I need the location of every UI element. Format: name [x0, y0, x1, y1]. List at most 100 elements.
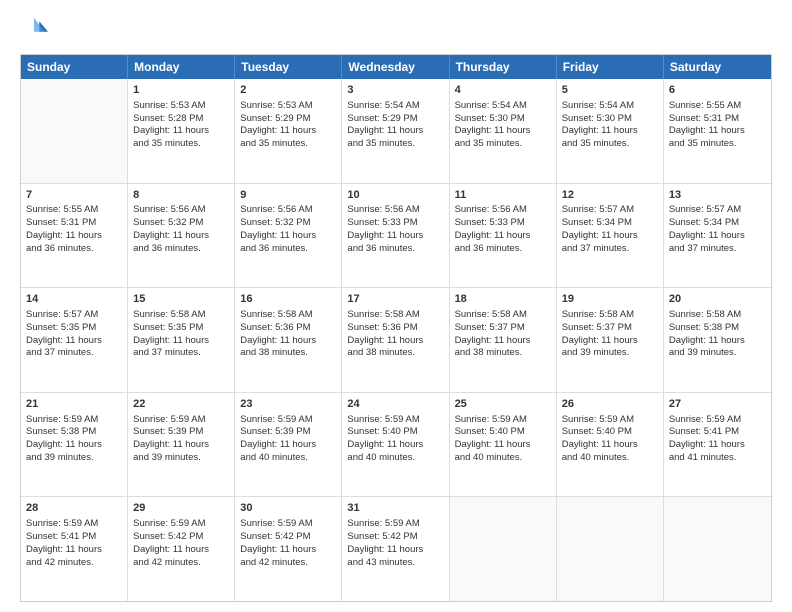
day-info-line: Daylight: 11 hours — [133, 335, 229, 348]
calendar-header-cell: Wednesday — [342, 55, 449, 79]
day-info-line: and 42 minutes. — [133, 557, 229, 570]
day-number: 17 — [347, 292, 443, 307]
day-info-line: and 37 minutes. — [133, 347, 229, 360]
calendar-header-cell: Sunday — [21, 55, 128, 79]
day-info-line: Sunrise: 5:55 AM — [669, 100, 766, 113]
day-number: 29 — [133, 501, 229, 516]
day-info-line: Sunrise: 5:56 AM — [347, 204, 443, 217]
calendar-cell: 5Sunrise: 5:54 AMSunset: 5:30 PMDaylight… — [557, 79, 664, 183]
calendar-cell — [557, 497, 664, 601]
calendar-cell: 1Sunrise: 5:53 AMSunset: 5:28 PMDaylight… — [128, 79, 235, 183]
day-info-line: Sunrise: 5:58 AM — [455, 309, 551, 322]
day-info-line: Sunrise: 5:56 AM — [133, 204, 229, 217]
day-info-line: Sunset: 5:33 PM — [455, 217, 551, 230]
day-info-line: and 36 minutes. — [26, 243, 122, 256]
calendar-week: 14Sunrise: 5:57 AMSunset: 5:35 PMDayligh… — [21, 288, 771, 393]
day-number: 1 — [133, 83, 229, 98]
day-info-line: Daylight: 11 hours — [26, 439, 122, 452]
day-info-line: Sunset: 5:33 PM — [347, 217, 443, 230]
day-info-line: and 38 minutes. — [240, 347, 336, 360]
day-info-line: and 39 minutes. — [562, 347, 658, 360]
calendar-cell: 27Sunrise: 5:59 AMSunset: 5:41 PMDayligh… — [664, 393, 771, 497]
calendar-cell: 20Sunrise: 5:58 AMSunset: 5:38 PMDayligh… — [664, 288, 771, 392]
day-info-line: Sunset: 5:30 PM — [455, 113, 551, 126]
calendar-cell: 25Sunrise: 5:59 AMSunset: 5:40 PMDayligh… — [450, 393, 557, 497]
day-number: 22 — [133, 397, 229, 412]
day-info-line: Sunset: 5:41 PM — [669, 426, 766, 439]
day-info-line: Daylight: 11 hours — [669, 125, 766, 138]
day-info-line: Daylight: 11 hours — [26, 544, 122, 557]
day-info-line: and 40 minutes. — [347, 452, 443, 465]
day-info-line: and 42 minutes. — [240, 557, 336, 570]
day-info-line: Sunset: 5:39 PM — [133, 426, 229, 439]
day-number: 21 — [26, 397, 122, 412]
calendar-header-cell: Thursday — [450, 55, 557, 79]
day-info-line: Daylight: 11 hours — [240, 230, 336, 243]
day-info-line: and 39 minutes. — [669, 347, 766, 360]
day-number: 23 — [240, 397, 336, 412]
day-info-line: Sunrise: 5:59 AM — [133, 518, 229, 531]
day-info-line: Sunset: 5:35 PM — [26, 322, 122, 335]
day-info-line: Sunrise: 5:59 AM — [26, 518, 122, 531]
calendar-cell: 28Sunrise: 5:59 AMSunset: 5:41 PMDayligh… — [21, 497, 128, 601]
day-number: 20 — [669, 292, 766, 307]
day-info-line: Sunset: 5:36 PM — [347, 322, 443, 335]
day-number: 26 — [562, 397, 658, 412]
calendar-cell: 30Sunrise: 5:59 AMSunset: 5:42 PMDayligh… — [235, 497, 342, 601]
day-info-line: Sunset: 5:38 PM — [26, 426, 122, 439]
day-info-line: Sunrise: 5:56 AM — [455, 204, 551, 217]
calendar-cell: 14Sunrise: 5:57 AMSunset: 5:35 PMDayligh… — [21, 288, 128, 392]
day-info-line: and 39 minutes. — [26, 452, 122, 465]
day-info-line: Sunrise: 5:59 AM — [240, 518, 336, 531]
day-number: 27 — [669, 397, 766, 412]
calendar-cell: 19Sunrise: 5:58 AMSunset: 5:37 PMDayligh… — [557, 288, 664, 392]
day-info-line: Sunrise: 5:59 AM — [347, 414, 443, 427]
day-info-line: Sunset: 5:28 PM — [133, 113, 229, 126]
day-info-line: Sunrise: 5:55 AM — [26, 204, 122, 217]
day-info-line: and 35 minutes. — [669, 138, 766, 151]
day-number: 24 — [347, 397, 443, 412]
day-number: 18 — [455, 292, 551, 307]
day-info-line: Daylight: 11 hours — [240, 439, 336, 452]
day-info-line: Sunset: 5:31 PM — [669, 113, 766, 126]
header — [20, 16, 772, 44]
day-info-line: and 43 minutes. — [347, 557, 443, 570]
day-info-line: Sunset: 5:31 PM — [26, 217, 122, 230]
calendar-header-cell: Monday — [128, 55, 235, 79]
day-number: 31 — [347, 501, 443, 516]
calendar-cell: 15Sunrise: 5:58 AMSunset: 5:35 PMDayligh… — [128, 288, 235, 392]
day-info-line: Sunrise: 5:53 AM — [240, 100, 336, 113]
day-info-line: Daylight: 11 hours — [669, 335, 766, 348]
day-info-line: Daylight: 11 hours — [347, 335, 443, 348]
day-info-line: Sunrise: 5:54 AM — [562, 100, 658, 113]
day-info-line: Sunrise: 5:58 AM — [562, 309, 658, 322]
day-info-line: Sunset: 5:36 PM — [240, 322, 336, 335]
day-info-line: Sunset: 5:38 PM — [669, 322, 766, 335]
calendar-week: 21Sunrise: 5:59 AMSunset: 5:38 PMDayligh… — [21, 393, 771, 498]
day-info-line: Daylight: 11 hours — [669, 230, 766, 243]
day-info-line: Daylight: 11 hours — [455, 335, 551, 348]
day-number: 12 — [562, 188, 658, 203]
day-info-line: Sunrise: 5:54 AM — [455, 100, 551, 113]
day-info-line: Daylight: 11 hours — [26, 335, 122, 348]
calendar: SundayMondayTuesdayWednesdayThursdayFrid… — [20, 54, 772, 602]
day-info-line: and 38 minutes. — [455, 347, 551, 360]
day-info-line: and 35 minutes. — [240, 138, 336, 151]
calendar-cell — [450, 497, 557, 601]
day-info-line: Sunset: 5:41 PM — [26, 531, 122, 544]
day-number: 9 — [240, 188, 336, 203]
day-info-line: Daylight: 11 hours — [455, 125, 551, 138]
day-info-line: Sunrise: 5:57 AM — [26, 309, 122, 322]
day-info-line: Sunset: 5:29 PM — [347, 113, 443, 126]
day-number: 4 — [455, 83, 551, 98]
day-info-line: and 36 minutes. — [133, 243, 229, 256]
day-info-line: Sunrise: 5:59 AM — [562, 414, 658, 427]
day-number: 16 — [240, 292, 336, 307]
day-info-line: Daylight: 11 hours — [133, 125, 229, 138]
day-info-line: Daylight: 11 hours — [669, 439, 766, 452]
day-info-line: Daylight: 11 hours — [455, 439, 551, 452]
day-number: 15 — [133, 292, 229, 307]
day-number: 5 — [562, 83, 658, 98]
day-number: 7 — [26, 188, 122, 203]
calendar-cell: 7Sunrise: 5:55 AMSunset: 5:31 PMDaylight… — [21, 184, 128, 288]
